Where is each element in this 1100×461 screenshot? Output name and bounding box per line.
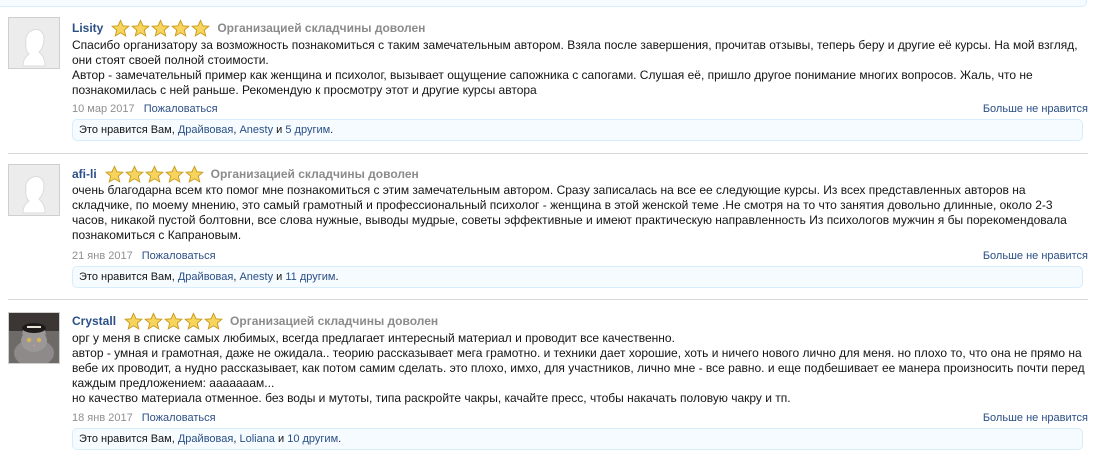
unlike-link[interactable]: Больше не нравится [983,411,1088,425]
message-line: каждым предложением: ааааааам... [72,376,275,390]
likes-others-link[interactable]: 5 другим [285,124,330,136]
likes-end: . [330,124,334,136]
star-icon [184,311,204,330]
likes-end: . [338,433,342,445]
post-meta: 21 янв 2017 Пожаловаться Больше не нрави… [72,249,1088,263]
username-link[interactable]: Crystall [72,314,116,328]
post-meta: 18 янв 2017 Пожаловаться Больше не нрави… [72,411,1088,425]
avatar[interactable] [8,17,60,69]
report-link[interactable]: Пожаловаться [142,250,216,262]
likes-others-link[interactable]: 11 другим [285,271,335,283]
username-link[interactable]: afi-li [72,167,97,181]
rating-stars [111,18,211,38]
star-icon [204,311,224,330]
previous-likes-bar [0,0,1087,7]
post-separator [8,299,1088,300]
post-header: afi-li Организацией складчины доволен [72,164,419,184]
cat-avatar-photo-icon [9,313,59,363]
likes-summary: Это нравится Вам, Драйвовая, Anesty и 11… [72,266,1083,288]
likes-others-link[interactable]: 10 другим [287,433,338,445]
message-line: вебе их проводит, а нудно рассказывает, … [72,361,1085,375]
message-body: очень благодарна всем кто помог мне позн… [72,183,1084,243]
star-icon [124,164,144,183]
likes-prefix: Это нравится Вам, [79,124,178,136]
star-icon [164,164,184,183]
default-avatar-silhouette-icon [9,18,59,68]
likes-and: и [273,271,286,283]
star-icon [164,311,184,330]
avatar[interactable] [8,164,60,216]
likes-and: и [274,433,288,445]
post-date[interactable]: 10 мар 2017 [72,103,135,115]
likes-summary: Это нравится Вам, Драйвовая, Loliana и 1… [72,428,1083,450]
avatar[interactable] [8,312,60,364]
default-avatar-silhouette-icon [9,165,59,215]
post-date[interactable]: 21 янв 2017 [72,250,133,262]
unlike-link[interactable]: Больше не нравится [983,249,1088,263]
liker-link[interactable]: Драйвовая [178,124,233,136]
star-icon [151,18,171,37]
message-line: познакомилась с ней раньше. Рекомендую к… [72,83,537,97]
report-link[interactable]: Пожаловаться [142,412,216,424]
likes-end: . [335,271,339,283]
likes-prefix: Это нравится Вам, [79,271,178,283]
likes-summary: Это нравится Вам, Драйвовая, Anesty и 5 … [72,119,1083,141]
likes-prefix: Это нравится Вам, [79,433,178,445]
message-line: Спасибо организатору за возможность позн… [72,38,1078,52]
liker-link[interactable]: Anesty [239,271,273,283]
message-body: Спасибо организатору за возможность позн… [72,38,1084,98]
liker-link[interactable]: Драйвовая [178,433,233,445]
message-line: часов, никакой пустой болтовни, все слов… [72,213,1067,227]
post-separator [8,153,1088,154]
star-icon [171,18,191,37]
unlike-link[interactable]: Больше не нравится [983,102,1088,116]
rating-stars [104,164,205,184]
post-meta: 10 мар 2017 Пожаловаться Больше не нрави… [72,102,1088,116]
liker-link[interactable]: Loliana [239,433,274,445]
message-line: автор - умная и грамотная, даже не ожида… [72,346,1082,360]
likes-and: и [273,124,286,136]
star-icon [131,18,151,37]
message-line: но качество материала отменное. без воды… [72,391,791,405]
liker-link[interactable]: Драйвовая [178,271,233,283]
star-icon [111,18,131,37]
message-body: орг у меня в списке самых любимых, всегд… [72,331,1085,406]
rating-text: Организацией складчины доволен [210,167,419,181]
star-icon [144,164,164,183]
rating-stars [124,311,224,331]
message-line: орг у меня в списке самых любимых, всегд… [72,331,675,345]
post-header: Crystall Организацией складчины доволен [72,311,438,331]
star-icon [144,311,164,330]
message-line: познакомиться с Капрановым. [72,228,242,242]
rating-text: Организацией складчины доволен [230,314,439,328]
message-line: Автор - замечательный пример как женщина… [72,68,1033,82]
star-icon [191,18,211,37]
star-icon [124,311,144,330]
liker-link[interactable]: Anesty [239,124,273,136]
username-link[interactable]: Lisity [72,21,103,35]
report-link[interactable]: Пожаловаться [144,103,218,115]
post-date[interactable]: 18 янв 2017 [72,412,133,424]
message-line: складчике, по моему мнению, это самый гр… [72,198,1053,212]
star-icon [104,164,124,183]
post-header: Lisity Организацией складчины доволен [72,18,425,38]
rating-text: Организацией складчины доволен [217,21,426,35]
message-line: они стоят своей полной стоимости. [72,53,269,67]
star-icon [184,164,204,183]
message-line: очень благодарна всем кто помог мне позн… [72,183,1026,197]
